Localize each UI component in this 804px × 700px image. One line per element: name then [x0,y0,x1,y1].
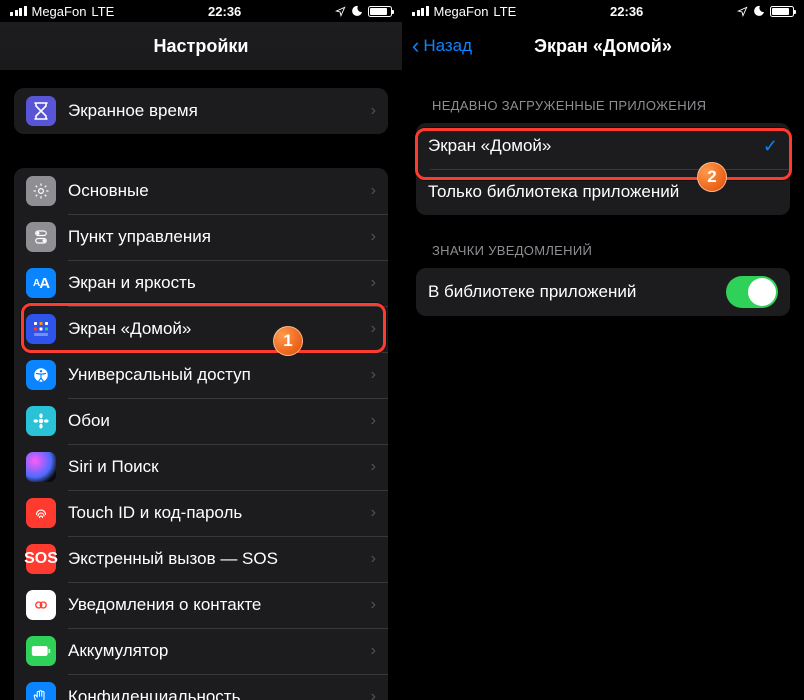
row-sos[interactable]: SOS Экстренный вызов — SOS › [14,536,388,582]
dnd-icon [753,5,765,17]
option-home-screen[interactable]: Экран «Домой» ✓ [416,123,790,169]
row-label: Конфиденциальность [68,687,371,700]
sliders-icon [26,222,56,252]
carrier-label: MegaFon [32,4,87,19]
chevron-right-icon: › [371,458,376,476]
location-icon [737,6,748,17]
row-label: Аккумулятор [68,641,371,661]
signal-icon [412,6,429,16]
row-touchid[interactable]: Touch ID и код-пароль › [14,490,388,536]
row-label: Экстренный вызов — SOS [68,549,371,569]
row-label: Экранное время [68,101,371,121]
row-label: Экран «Домой» [68,319,371,339]
row-screentime[interactable]: Экранное время › [14,88,388,134]
status-bar: MegaFon LTE 22:36 [0,0,402,22]
row-label: Экран и яркость [68,273,371,293]
row-label: Обои [68,411,371,431]
network-label: LTE [493,4,516,19]
group-downloaded-apps: Экран «Домой» ✓ Только библиотека прилож… [416,123,790,215]
row-wallpaper[interactable]: Обои › [14,398,388,444]
row-label: Siri и Поиск [68,457,371,477]
accessibility-icon [26,360,56,390]
nav-header: Настройки [0,22,402,70]
page-title: Настройки [154,36,249,57]
chevron-right-icon: › [371,504,376,522]
chevron-right-icon: › [371,102,376,120]
hand-icon [26,682,56,700]
row-label: Touch ID и код-пароль [68,503,371,523]
check-icon: ✓ [763,136,778,157]
settings-group: Основные › Пункт управления › AA Экран и… [14,168,388,700]
clock-label: 22:36 [208,4,241,19]
signal-icon [10,6,27,16]
row-label: Уведомления о контакте [68,595,371,615]
row-label: Пункт управления [68,227,371,247]
row-label: В библиотеке приложений [428,282,726,302]
chevron-right-icon: › [371,550,376,568]
chevron-right-icon: › [371,596,376,614]
row-display[interactable]: AA Экран и яркость › [14,260,388,306]
row-privacy[interactable]: Конфиденциальность › [14,674,388,700]
battery-icon [770,6,794,17]
chevron-right-icon: › [371,366,376,384]
flower-icon [26,406,56,436]
chevron-right-icon: › [371,688,376,700]
row-label: Только библиотека приложений [428,182,778,202]
section-notification-badges: ЗНАЧКИ УВЕДОМЛЕНИЙ [432,243,788,258]
battery-full-icon [26,636,56,666]
row-label: Универсальный доступ [68,365,371,385]
row-control-center[interactable]: Пункт управления › [14,214,388,260]
gear-icon [26,176,56,206]
row-siri[interactable]: Siri и Поиск › [14,444,388,490]
back-button[interactable]: ‹ Назад [412,22,472,70]
row-exposure[interactable]: Уведомления о контакте › [14,582,388,628]
carrier-label: MegaFon [434,4,489,19]
nav-header: ‹ Назад Экран «Домой» [402,22,804,70]
location-icon [335,6,346,17]
home-grid-icon [26,314,56,344]
right-screen: MegaFon LTE 22:36 ‹ Назад Экран «Домой» … [402,0,804,700]
switch-on[interactable] [726,276,778,308]
back-label: Назад [423,36,472,56]
battery-icon [368,6,392,17]
text-size-icon: AA [26,268,56,298]
dnd-icon [351,5,363,17]
fingerprint-icon [26,498,56,528]
row-label: Основные [68,181,371,201]
chevron-right-icon: › [371,228,376,246]
row-battery[interactable]: Аккумулятор › [14,628,388,674]
status-bar: MegaFon LTE 22:36 [402,0,804,22]
row-accessibility[interactable]: Универсальный доступ › [14,352,388,398]
row-home-screen[interactable]: Экран «Домой» › [14,306,388,352]
group-notification-badges: В библиотеке приложений [416,268,790,316]
hourglass-icon [26,96,56,126]
chevron-right-icon: › [371,412,376,430]
chevron-right-icon: › [371,182,376,200]
left-screen: MegaFon LTE 22:36 Настройки Экранное вре… [0,0,402,700]
chevron-right-icon: › [371,274,376,292]
row-label: Экран «Домой» [428,136,763,156]
option-app-library-only[interactable]: Только библиотека приложений [416,169,790,215]
chevron-right-icon: › [371,320,376,338]
page-title: Экран «Домой» [534,36,672,57]
sos-icon: SOS [26,544,56,574]
exposure-icon [26,590,56,620]
clock-label: 22:36 [610,4,643,19]
toggle-badges-in-library[interactable]: В библиотеке приложений [416,268,790,316]
row-general[interactable]: Основные › [14,168,388,214]
chevron-right-icon: › [371,642,376,660]
network-label: LTE [91,4,114,19]
section-downloaded-apps: НЕДАВНО ЗАГРУЖЕННЫЕ ПРИЛОЖЕНИЯ [432,98,788,113]
siri-icon [26,452,56,482]
